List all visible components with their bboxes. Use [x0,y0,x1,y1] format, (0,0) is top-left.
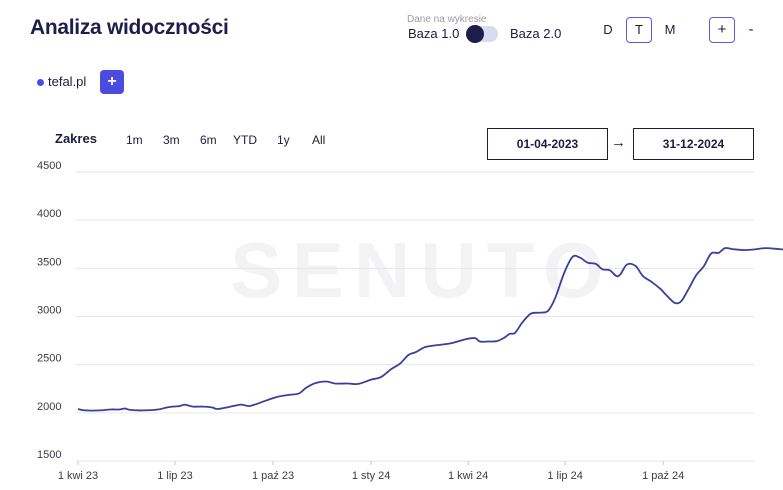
y-tick-label: 3500 [37,256,61,268]
x-tick-label: 1 lip 23 [157,470,192,482]
y-tick-label: 3000 [37,305,61,317]
y-tick-label: 4000 [37,208,61,220]
y-tick-label: 4500 [37,160,61,172]
y-tick-label: 1500 [37,449,61,461]
x-tick-label: 1 paź 23 [252,470,294,482]
y-tick-label: 2500 [37,353,61,365]
visibility-line-chart[interactable]: 1500 2000 2500 3000 3500 4000 4500 1 kwi 23 1 li… [0,0,783,490]
x-tick-label: 1 lip 24 [547,470,582,482]
y-tick-label: 2000 [37,401,61,413]
x-tick-label: 1 sty 24 [352,470,391,482]
x-tick-label: 1 kwi 24 [448,470,488,482]
x-tick-label: 1 kwi 23 [58,470,98,482]
x-tick-label: 1 paź 24 [642,470,684,482]
